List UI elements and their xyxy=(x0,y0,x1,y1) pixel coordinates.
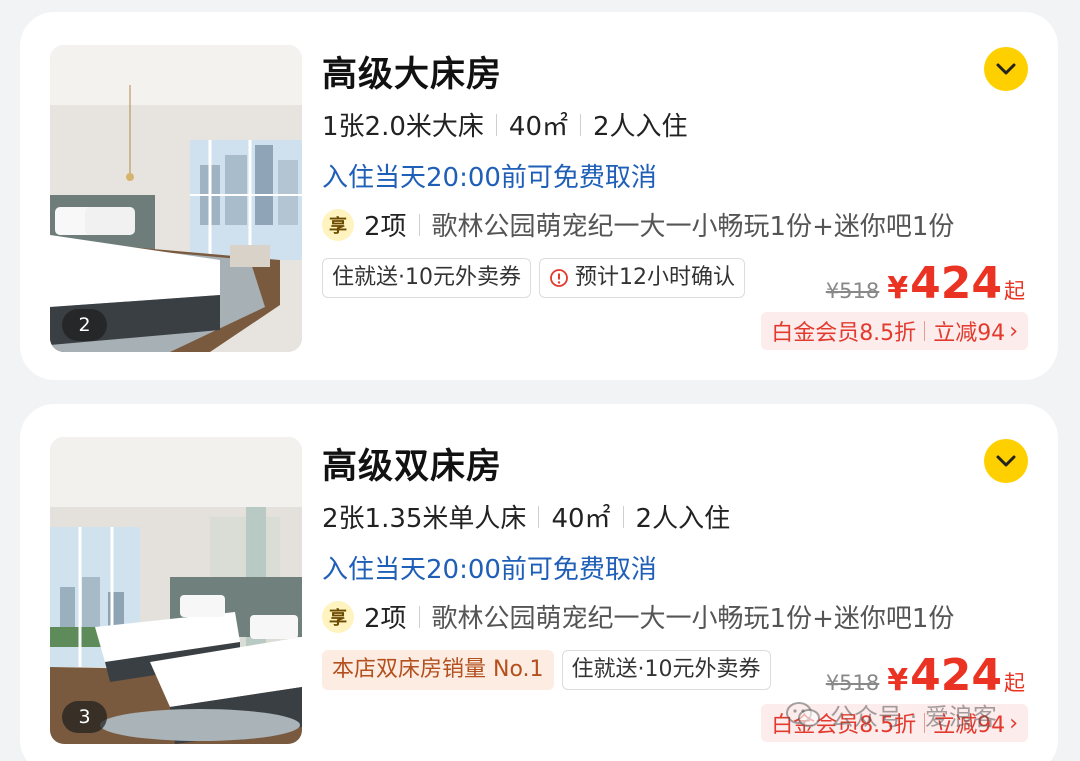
bed-type: 2张1.35米单人床 xyxy=(322,504,527,534)
spec-divider xyxy=(580,113,581,136)
currency-symbol: ¥ xyxy=(887,663,909,698)
chevron-right-icon: › xyxy=(1009,318,1018,344)
discount-details[interactable]: 白金会员8.5折 立减94 › xyxy=(761,312,1028,350)
room-photo[interactable]: 3 xyxy=(50,437,302,744)
perk-divider xyxy=(418,605,420,628)
perk-count: 2项 xyxy=(364,212,407,242)
spec-divider xyxy=(622,505,624,528)
spec-divider xyxy=(538,505,540,528)
room-card-twin[interactable]: 3 高级双床房 2张1.35米单人床 40㎡ 2人入住 入住当天20:00前可免… xyxy=(20,404,1058,761)
tag-row: 本店双床房销量 No.1 住就送·10元外卖券 xyxy=(322,650,771,690)
instant-discount: 立减94 xyxy=(933,321,1006,346)
room-photo-image xyxy=(50,437,302,744)
original-price: ¥518 xyxy=(825,671,880,695)
photo-count-badge: 2 xyxy=(62,309,107,341)
cancel-policy: 入住当天20:00前可免费取消 xyxy=(322,555,657,585)
delivery-voucher-tag: 住就送·10元外卖券 xyxy=(322,258,531,298)
photo-count-badge: 3 xyxy=(62,701,107,733)
bed-type: 1张2.0米大床 xyxy=(322,112,484,142)
price-suffix: 起 xyxy=(1004,279,1025,303)
confirm-time-tag: 预计12小时确认 xyxy=(539,258,745,298)
occupancy: 2人入住 xyxy=(593,112,688,142)
info-circle-icon xyxy=(550,269,568,287)
price-row: ¥518 ¥ 424 起 xyxy=(825,258,1025,309)
discount-divider xyxy=(924,713,926,733)
room-specs: 1张2.0米大床 40㎡ 2人入住 xyxy=(322,106,688,143)
confirm-time-label: 预计12小时确认 xyxy=(575,265,735,290)
currency-symbol: ¥ xyxy=(887,271,909,306)
cancel-policy: 入住当天20:00前可免费取消 xyxy=(322,163,657,193)
room-title: 高级双床房 xyxy=(322,447,503,487)
delivery-voucher-tag: 住就送·10元外卖券 xyxy=(561,650,771,690)
perk-badge-icon: 享 xyxy=(322,208,354,241)
price-row: ¥518 ¥ 424 起 xyxy=(825,650,1025,701)
discount-details[interactable]: 白金会员8.5折 立减94 › xyxy=(761,704,1028,742)
sales-rank-tag: 本店双床房销量 No.1 xyxy=(322,650,554,690)
spec-divider xyxy=(495,113,497,136)
original-price: ¥518 xyxy=(825,279,880,303)
perk-count: 2项 xyxy=(364,604,407,634)
discount-divider xyxy=(924,321,926,341)
current-price: 424 xyxy=(910,258,1002,309)
room-area: 40㎡ xyxy=(508,112,568,142)
member-discount: 白金会员8.5折 xyxy=(771,321,917,346)
room-specs: 2张1.35米单人床 40㎡ 2人入住 xyxy=(322,498,730,535)
tag-row: 住就送·10元外卖券 预计12小时确认 xyxy=(322,258,745,298)
perk-divider xyxy=(418,213,420,236)
perk-row[interactable]: 享 2项 歌林公园萌宠纪一大一小畅玩1份+迷你吧1份 xyxy=(322,206,954,243)
expand-button[interactable] xyxy=(984,439,1028,483)
chevron-down-icon xyxy=(996,63,1016,75)
chevron-down-icon xyxy=(996,455,1016,467)
member-discount: 白金会员8.5折 xyxy=(771,713,917,738)
room-photo-image xyxy=(50,45,302,352)
room-area: 40㎡ xyxy=(551,504,611,534)
perk-row[interactable]: 享 2项 歌林公园萌宠纪一大一小畅玩1份+迷你吧1份 xyxy=(322,598,954,635)
price-suffix: 起 xyxy=(1004,671,1025,695)
chevron-right-icon: › xyxy=(1009,710,1018,736)
room-photo[interactable]: 2 xyxy=(50,45,302,352)
instant-discount: 立减94 xyxy=(933,713,1006,738)
perk-badge-icon: 享 xyxy=(322,600,354,633)
perk-description: 歌林公园萌宠纪一大一小畅玩1份+迷你吧1份 xyxy=(431,604,955,634)
room-card-king[interactable]: 2 高级大床房 1张2.0米大床 40㎡ 2人入住 入住当天20:00前可免费取… xyxy=(20,12,1058,380)
occupancy: 2人入住 xyxy=(635,504,731,534)
expand-button[interactable] xyxy=(984,47,1028,91)
current-price: 424 xyxy=(910,650,1002,701)
room-title: 高级大床房 xyxy=(322,55,503,95)
perk-description: 歌林公园萌宠纪一大一小畅玩1份+迷你吧1份 xyxy=(431,212,955,242)
